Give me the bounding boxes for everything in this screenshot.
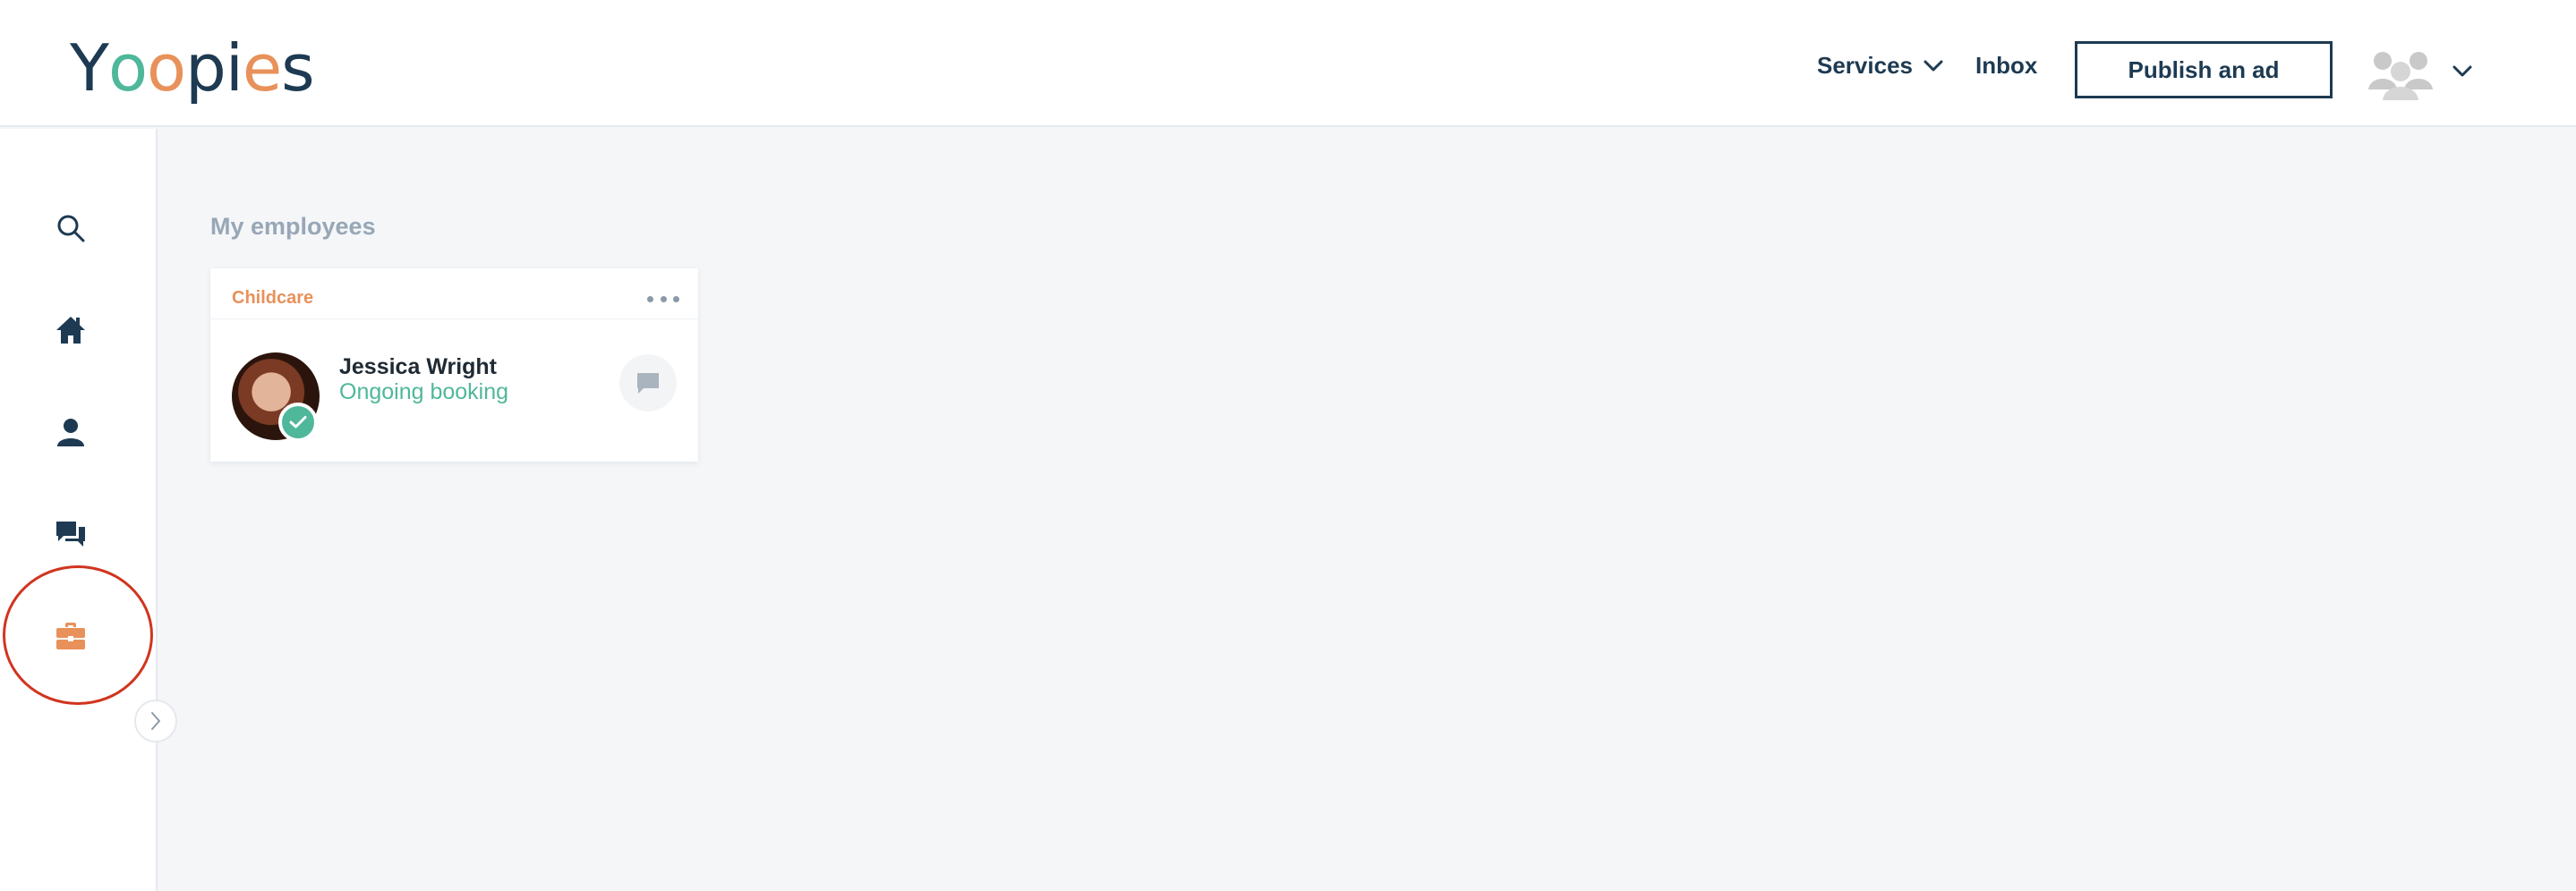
- left-sidebar: [0, 129, 177, 891]
- services-label: Services: [1817, 52, 1913, 79]
- user-icon: [57, 419, 84, 446]
- logo-letter: s: [281, 30, 315, 106]
- chevron-right-icon: [151, 712, 160, 730]
- sidebar-expand-toggle[interactable]: [134, 700, 177, 742]
- sidebar-item-messages[interactable]: [52, 515, 90, 553]
- message-icon: [637, 373, 659, 394]
- home-icon: [56, 317, 85, 344]
- logo-letter: o: [147, 30, 186, 106]
- search-icon: [57, 215, 85, 242]
- user-group-icon: [2368, 52, 2433, 100]
- booking-status: Ongoing booking: [339, 379, 509, 404]
- employee-card[interactable]: Childcare Jessica Wright Ongoing booking: [210, 268, 698, 462]
- sidebar-item-profile[interactable]: [52, 413, 90, 451]
- briefcase-icon: [56, 623, 85, 649]
- more-dots-icon: [647, 295, 653, 302]
- inbox-link[interactable]: Inbox: [1975, 52, 2037, 80]
- logo-letter: i: [225, 30, 243, 106]
- sidebar-item-employees[interactable]: [52, 617, 90, 655]
- more-dots-icon: [660, 295, 667, 302]
- more-dots-icon: [673, 295, 679, 302]
- account-menu[interactable]: [2368, 43, 2472, 100]
- message-employee-button[interactable]: [619, 354, 677, 412]
- yoopies-logo[interactable]: Y o o p i e s: [70, 30, 315, 106]
- chat-icon: [56, 522, 85, 547]
- logo-letter: p: [185, 30, 226, 106]
- chevron-down-icon: [2452, 65, 2472, 77]
- services-menu[interactable]: Services: [1817, 52, 1943, 80]
- publish-ad-button[interactable]: Publish an ad: [2075, 41, 2333, 98]
- divider: [210, 318, 698, 319]
- sidebar-item-search[interactable]: [52, 209, 90, 247]
- logo-letter: Y: [70, 30, 109, 106]
- chevron-down-icon: [1923, 60, 1943, 71]
- logo-letter: e: [242, 30, 282, 106]
- employee-name[interactable]: Jessica Wright: [339, 354, 497, 380]
- top-header: Y o o p i e s Services Inbox Publish an …: [0, 0, 2576, 127]
- logo-letter: o: [107, 30, 148, 106]
- employee-category: Childcare: [232, 288, 314, 308]
- more-options-button[interactable]: [647, 290, 679, 308]
- verified-check-icon: [278, 403, 318, 442]
- sidebar-item-home[interactable]: [52, 311, 90, 349]
- page-title: My employees: [210, 213, 376, 240]
